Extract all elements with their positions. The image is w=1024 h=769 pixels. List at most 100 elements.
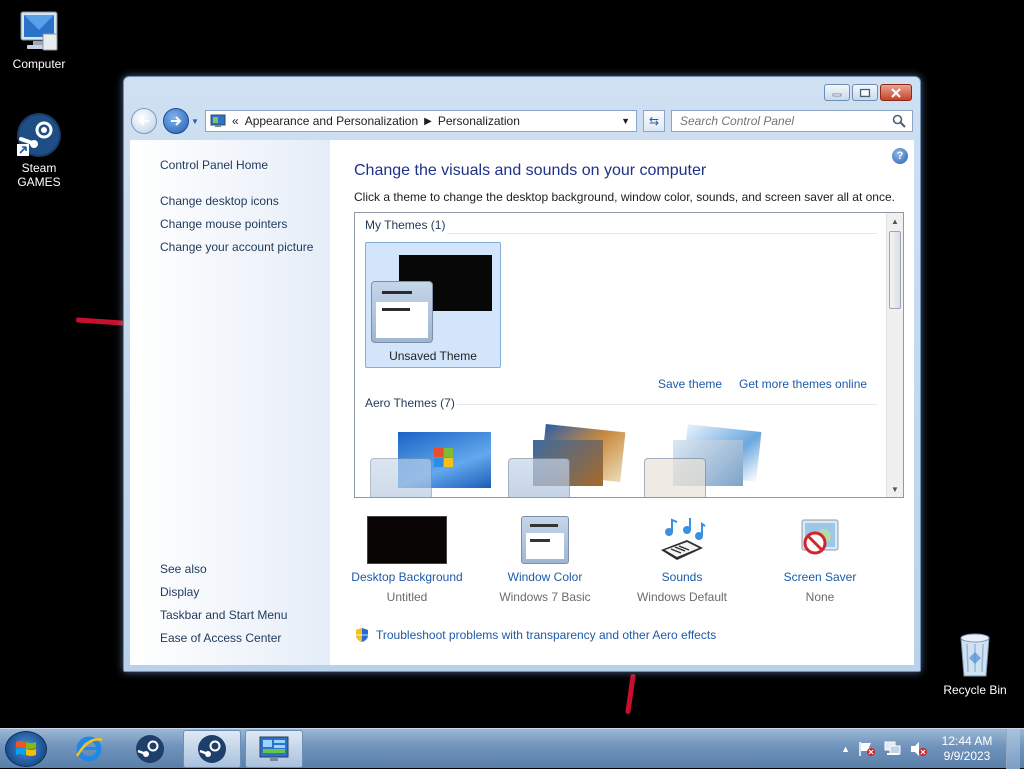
- steam-icon: [198, 735, 226, 763]
- get-more-themes-link[interactable]: Get more themes online: [739, 377, 867, 391]
- address-bar[interactable]: « Appearance and Personalization ▶ Perso…: [205, 110, 637, 132]
- computer-icon: [20, 11, 58, 51]
- steam-icon: [17, 113, 61, 157]
- save-theme-link[interactable]: Save theme: [658, 377, 722, 391]
- window-color-caption[interactable]: Window Color: [475, 570, 615, 584]
- sounds-value: Windows Default: [636, 590, 728, 604]
- taskbar-internet-explorer[interactable]: [60, 730, 118, 768]
- desktop-background-item[interactable]: Desktop Background Untitled: [337, 516, 477, 604]
- window-color-value: Windows 7 Basic: [499, 590, 591, 604]
- desktop-background-caption[interactable]: Desktop Background: [337, 570, 477, 584]
- aero-theme-architecture[interactable]: [503, 420, 639, 497]
- overflow-chevron[interactable]: «: [232, 114, 239, 128]
- see-also-heading: See also: [160, 562, 207, 576]
- group-divider: [457, 404, 877, 405]
- recycle-bin-desktop-icon[interactable]: Recycle Bin: [936, 630, 1014, 697]
- left-navigation-pane: Control Panel Home Change desktop icons …: [130, 140, 330, 665]
- steam-label-line1: Steam: [21, 161, 57, 175]
- scrollbar-thumb[interactable]: [889, 231, 901, 309]
- window-color-preview: [644, 458, 706, 497]
- window-color-preview: [508, 458, 570, 497]
- window-color-preview: [371, 281, 433, 343]
- troubleshoot-link[interactable]: Troubleshoot problems with transparency …: [354, 627, 716, 643]
- aero-theme-windows7[interactable]: [365, 420, 501, 497]
- show-hidden-icons-icon[interactable]: ▲: [841, 744, 850, 754]
- troubleshoot-text[interactable]: Troubleshoot problems with transparency …: [376, 628, 716, 642]
- control-panel-icon: [259, 736, 289, 761]
- scroll-down-arrow-icon[interactable]: ▼: [887, 481, 903, 497]
- scroll-up-arrow-icon[interactable]: ▲: [887, 213, 903, 229]
- unsaved-theme-label: Unsaved Theme: [389, 349, 477, 363]
- page-title: Change the visuals and sounds on your co…: [354, 162, 707, 179]
- steam-icon: [136, 735, 164, 763]
- screen-saver-item[interactable]: Screen Saver None: [750, 516, 890, 604]
- start-button[interactable]: [5, 731, 47, 767]
- sounds-caption[interactable]: Sounds: [612, 570, 752, 584]
- red-mark: [75, 317, 125, 326]
- recycle-bin-label: Recycle Bin: [943, 683, 1007, 697]
- ease-of-access-link[interactable]: Ease of Access Center: [160, 627, 287, 650]
- maximize-icon: [859, 88, 871, 97]
- steam-label-line2: GAMES: [17, 175, 61, 189]
- theme-list[interactable]: My Themes (1) Unsaved Theme Save theme G…: [354, 212, 904, 498]
- show-desktop-button[interactable]: [1006, 729, 1020, 769]
- my-themes-header: My Themes (1): [365, 218, 446, 232]
- taskbar: ▲ 12:44 AM 9/9/2023: [0, 728, 1024, 769]
- taskbar-steam-running[interactable]: [183, 730, 241, 768]
- computer-label: Computer: [12, 57, 66, 71]
- address-toolbar: ▼ « Appearance and Personalization ▶ Per…: [131, 107, 913, 135]
- windows-logo-icon: [16, 741, 36, 756]
- minimize-icon: [832, 93, 842, 96]
- taskbar-control-panel[interactable]: [245, 730, 303, 768]
- maximize-button[interactable]: [852, 84, 878, 101]
- help-icon[interactable]: ?: [892, 148, 908, 164]
- volume-muted-icon[interactable]: [910, 741, 928, 757]
- search-box[interactable]: [671, 110, 913, 132]
- screen-saver-value: None: [805, 590, 835, 604]
- computer-desktop-icon[interactable]: Computer: [0, 10, 78, 71]
- close-button[interactable]: [880, 84, 912, 101]
- window-color-item[interactable]: Window Color Windows 7 Basic: [475, 516, 615, 604]
- forward-button[interactable]: [163, 108, 189, 134]
- steam-desktop-icon[interactable]: Steam GAMES: [0, 112, 78, 189]
- breadcrumb-appearance[interactable]: Appearance and Personalization: [245, 114, 418, 128]
- address-dropdown-icon[interactable]: ▼: [621, 116, 630, 126]
- search-input[interactable]: [680, 114, 880, 128]
- network-icon[interactable]: [884, 741, 902, 757]
- back-button[interactable]: [131, 108, 157, 134]
- refresh-button[interactable]: ⇆: [643, 110, 665, 132]
- system-clock[interactable]: 12:44 AM 9/9/2023: [936, 734, 998, 764]
- taskbar-start-menu-link[interactable]: Taskbar and Start Menu: [160, 604, 287, 627]
- control-panel-icon: [210, 114, 226, 127]
- change-mouse-pointers-link[interactable]: Change mouse pointers: [160, 213, 330, 236]
- control-panel-home-link[interactable]: Control Panel Home: [160, 154, 330, 177]
- recent-pages-dropdown[interactable]: ▼: [191, 117, 199, 126]
- caption-buttons: [824, 84, 912, 101]
- desktop-background-thumbnail: [367, 516, 447, 564]
- taskbar-steam[interactable]: [121, 730, 179, 768]
- breadcrumb-personalization[interactable]: Personalization: [438, 114, 520, 128]
- shield-icon: [356, 628, 368, 642]
- window-color-icon: [521, 516, 569, 564]
- red-mark: [625, 673, 636, 715]
- recycle-bin-icon: [960, 633, 990, 677]
- unsaved-theme-tile[interactable]: Unsaved Theme: [365, 242, 501, 368]
- personalization-window: ▼ « Appearance and Personalization ▶ Per…: [123, 76, 921, 672]
- sounds-item[interactable]: Sounds Windows Default: [612, 516, 752, 604]
- change-account-picture-link[interactable]: Change your account picture: [160, 236, 330, 259]
- screen-saver-caption[interactable]: Screen Saver: [750, 570, 890, 584]
- action-center-flag-icon[interactable]: [858, 741, 876, 757]
- window-color-preview: [370, 458, 432, 497]
- breadcrumb-arrow-icon[interactable]: ▶: [424, 116, 432, 127]
- minimize-button[interactable]: [824, 84, 850, 101]
- desktop-background-value: Untitled: [386, 590, 428, 604]
- change-desktop-icons-link[interactable]: Change desktop icons: [160, 190, 330, 213]
- clock-time: 12:44 AM: [941, 734, 993, 748]
- display-link[interactable]: Display: [160, 581, 287, 604]
- notification-area: ▲ 12:44 AM 9/9/2023: [841, 729, 1024, 769]
- theme-list-scrollbar[interactable]: ▲ ▼: [886, 213, 903, 497]
- forward-arrow-icon: [171, 116, 182, 126]
- screen-saver-icon: [801, 519, 839, 555]
- search-icon[interactable]: [892, 114, 906, 128]
- aero-theme-characters[interactable]: [639, 420, 775, 497]
